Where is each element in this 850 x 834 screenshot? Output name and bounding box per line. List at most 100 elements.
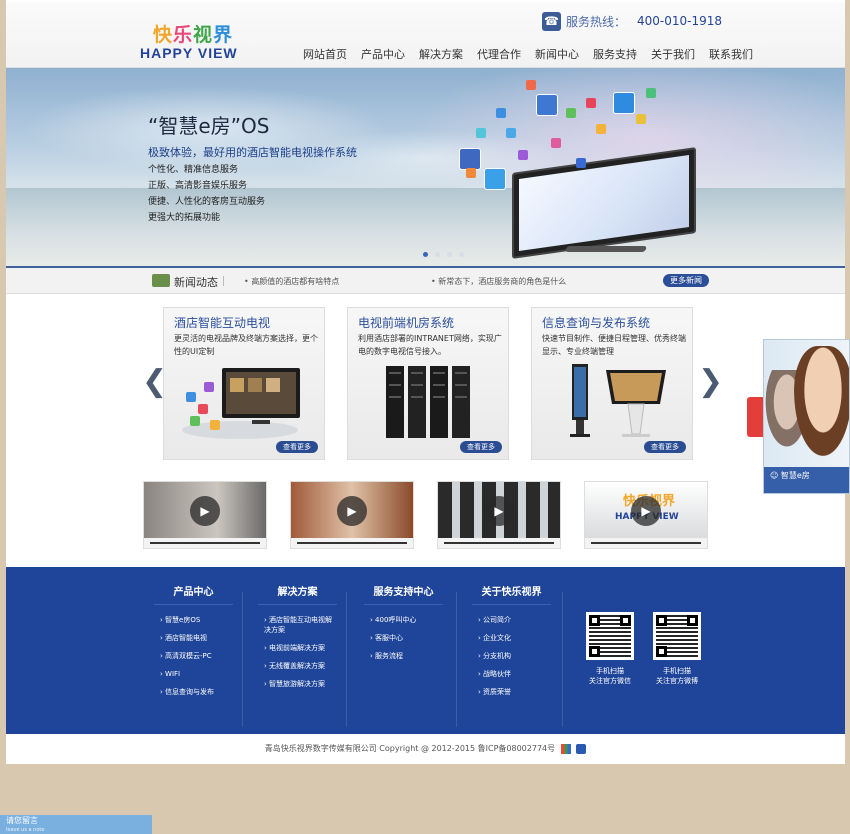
copyright-text: 青岛快乐视界数字传媒有限公司 Copyright @ 2012-2015 鲁IC… [264,744,556,753]
product-card-smart-tv[interactable]: 酒店智能互动电视 更灵活的电视品牌及终端方案选择，更个性的UI定制 查看更多 [163,307,325,460]
card-more-button[interactable]: 查看更多 [460,441,502,453]
video-progress-bar[interactable] [585,538,707,548]
qr-caption: 手机扫描 关注官方微博 [656,667,698,685]
more-news-button[interactable]: 更多新闻 [663,274,709,287]
video-thumbnail[interactable]: 快乐视界 HAPPY VIEW ▶ [584,481,708,549]
stats-icon[interactable] [560,743,571,754]
copyright-bar: 青岛快乐视界数字传媒有限公司 Copyright @ 2012-2015 鲁IC… [6,734,845,764]
card-title: 酒店智能互动电视 [174,316,271,330]
video-progress-bar[interactable] [438,538,560,548]
hotline-label: 服务热线： [566,14,627,29]
video-progress-bar[interactable] [291,538,413,548]
site-footer: 产品中心 智慧e房OS 酒店智能电视 高清双模云-PC WIFI 信息查询与发布… [6,567,845,734]
footer-link[interactable]: 智慧e房OS [160,611,214,629]
footer-link[interactable]: 电视前端解决方案 [264,639,334,657]
footer-link[interactable]: 客服中心 [370,629,416,647]
app-tile-icon [526,80,536,90]
banner-feature: 正版、高清影音娱乐服务 [148,181,248,191]
service-hotline: ☎ 服务热线： 400-010-1918 [542,10,722,32]
footer-divider [456,592,457,727]
footer-column-solutions: 解决方案 酒店智能互动电视解决方案 电视前端解决方案 无线覆盖解决方案 智慧旅游… [250,567,345,734]
play-icon[interactable]: ▶ [631,496,661,526]
footer-link[interactable]: 酒店智能互动电视解决方案 [264,615,334,635]
card-description: 利用酒店部署的INTRANET网络，实现广电的数字电视信号接入。 [358,334,502,356]
smart-tv-image [182,368,300,439]
site-logo[interactable]: 快乐视界 HAPPY VIEW [139,20,249,64]
footer-column-title: 关于快乐视界 [481,587,542,598]
footer-link[interactable]: 公司简介 [478,611,511,629]
video-progress-bar[interactable] [144,538,266,548]
banner-title: “智慧e房”OS [148,114,270,138]
footer-link[interactable]: 服务流程 [370,647,416,665]
footer-link[interactable]: 战略伙伴 [478,665,511,683]
video-thumbnail[interactable]: ▶ [437,481,561,549]
app-tile-icon [496,108,506,118]
agent-photo [794,346,849,456]
footer-link[interactable]: 智慧旅游解决方案 [264,675,334,693]
footer-link[interactable]: 资质荣誉 [478,683,511,701]
footer-link[interactable]: 分支机构 [478,647,511,665]
footer-divider [562,592,563,727]
news-item-link[interactable]: • 高颜值的酒店都有啥特点 [244,276,339,287]
hero-banner[interactable]: “智慧e房”OS 极致体验，最好用的酒店智能电视操作系统 个性化、精准信息服务 … [6,68,845,266]
side-widget-label: ☺ 智慧e房 [764,467,849,493]
news-item-link[interactable]: • 新常态下，酒店服务商的角色是什么 [431,276,566,287]
app-tile-icon [576,158,586,168]
carousel-dot[interactable] [459,252,464,257]
card-title: 信息查询与发布系统 [542,316,651,330]
card-more-button[interactable]: 查看更多 [644,441,686,453]
card-description: 更灵活的电视品牌及终端方案选择，更个性的UI定制 [174,334,318,356]
footer-divider [242,592,243,727]
app-tile-icon [586,98,596,108]
tv-app-icon [536,94,558,116]
footer-link[interactable]: WIFI [160,665,214,683]
weibo-qr-code [653,612,701,660]
nav-contact[interactable]: 联系我们 [702,46,760,62]
logo-chinese: 快乐视界 [153,24,234,46]
footer-link[interactable]: 无线覆盖解决方案 [264,657,334,675]
app-tile-icon [466,168,476,178]
app-tile-icon [596,124,606,134]
heart-app-icon [484,168,506,190]
news-title: 新闻动态 [174,276,218,289]
carousel-dot[interactable] [435,252,440,257]
footer-divider [346,592,347,727]
page-container: 快乐视界 HAPPY VIEW ☎ 服务热线： 400-010-1918 网站首… [6,0,845,764]
footer-link[interactable]: 酒店智能电视 [160,629,214,647]
carousel-next-arrow[interactable]: ❯ [698,364,723,399]
play-icon[interactable]: ▶ [337,496,367,526]
footer-column-title: 产品中心 [173,587,214,598]
nav-support[interactable]: 服务支持 [586,46,644,62]
product-card-info-display[interactable]: 信息查询与发布系统 快速节目制作、便捷日程管理、优秀终端显示、专业终端管理 查看… [531,307,693,460]
carousel-dot[interactable] [423,252,428,257]
carousel-dot[interactable] [447,252,452,257]
leave-message-tab[interactable]: 请您留言 leave us a note [0,815,152,834]
footer-column-products: 产品中心 智慧e房OS 酒店智能电视 高清双模云-PC WIFI 信息查询与发布 [146,567,241,734]
play-icon[interactable]: ▶ [190,496,220,526]
nav-partners[interactable]: 代理合作 [470,46,528,62]
customer-service-widget[interactable]: ☺ 智慧e房 [763,339,850,494]
nav-about[interactable]: 关于我们 [644,46,702,62]
footer-link[interactable]: 400呼叫中心 [370,611,416,629]
banner-feature: 便捷、人性化的客房互动服务 [148,197,266,207]
kiosk-image [570,364,666,437]
footer-link[interactable]: 企业文化 [478,629,511,647]
nav-products[interactable]: 产品中心 [354,46,412,62]
app-tile-icon [506,128,516,138]
footer-link[interactable]: 信息查询与发布 [160,683,214,701]
side-widget-toggle[interactable] [747,397,763,437]
nav-home[interactable]: 网站首页 [296,46,354,62]
video-thumbnail[interactable]: ▶ [290,481,414,549]
newspaper-icon [152,274,170,287]
nav-solutions[interactable]: 解决方案 [412,46,470,62]
card-more-button[interactable]: 查看更多 [276,441,318,453]
video-thumbnail[interactable]: ▶ [143,481,267,549]
footer-column-title: 解决方案 [277,587,318,598]
footer-link[interactable]: 高清双模云-PC [160,647,214,665]
paw-icon[interactable] [576,743,587,754]
product-card-headend[interactable]: 电视前端机房系统 利用酒店部署的INTRANET网络，实现广电的数字电视信号接入… [347,307,509,460]
nav-news[interactable]: 新闻中心 [528,46,586,62]
play-icon[interactable]: ▶ [484,496,514,526]
news-ticker: 新闻动态 • 高颜值的酒店都有啥特点 • 新常态下，酒店服务商的角色是什么 更多… [6,268,845,294]
app-tile-icon [551,138,561,148]
